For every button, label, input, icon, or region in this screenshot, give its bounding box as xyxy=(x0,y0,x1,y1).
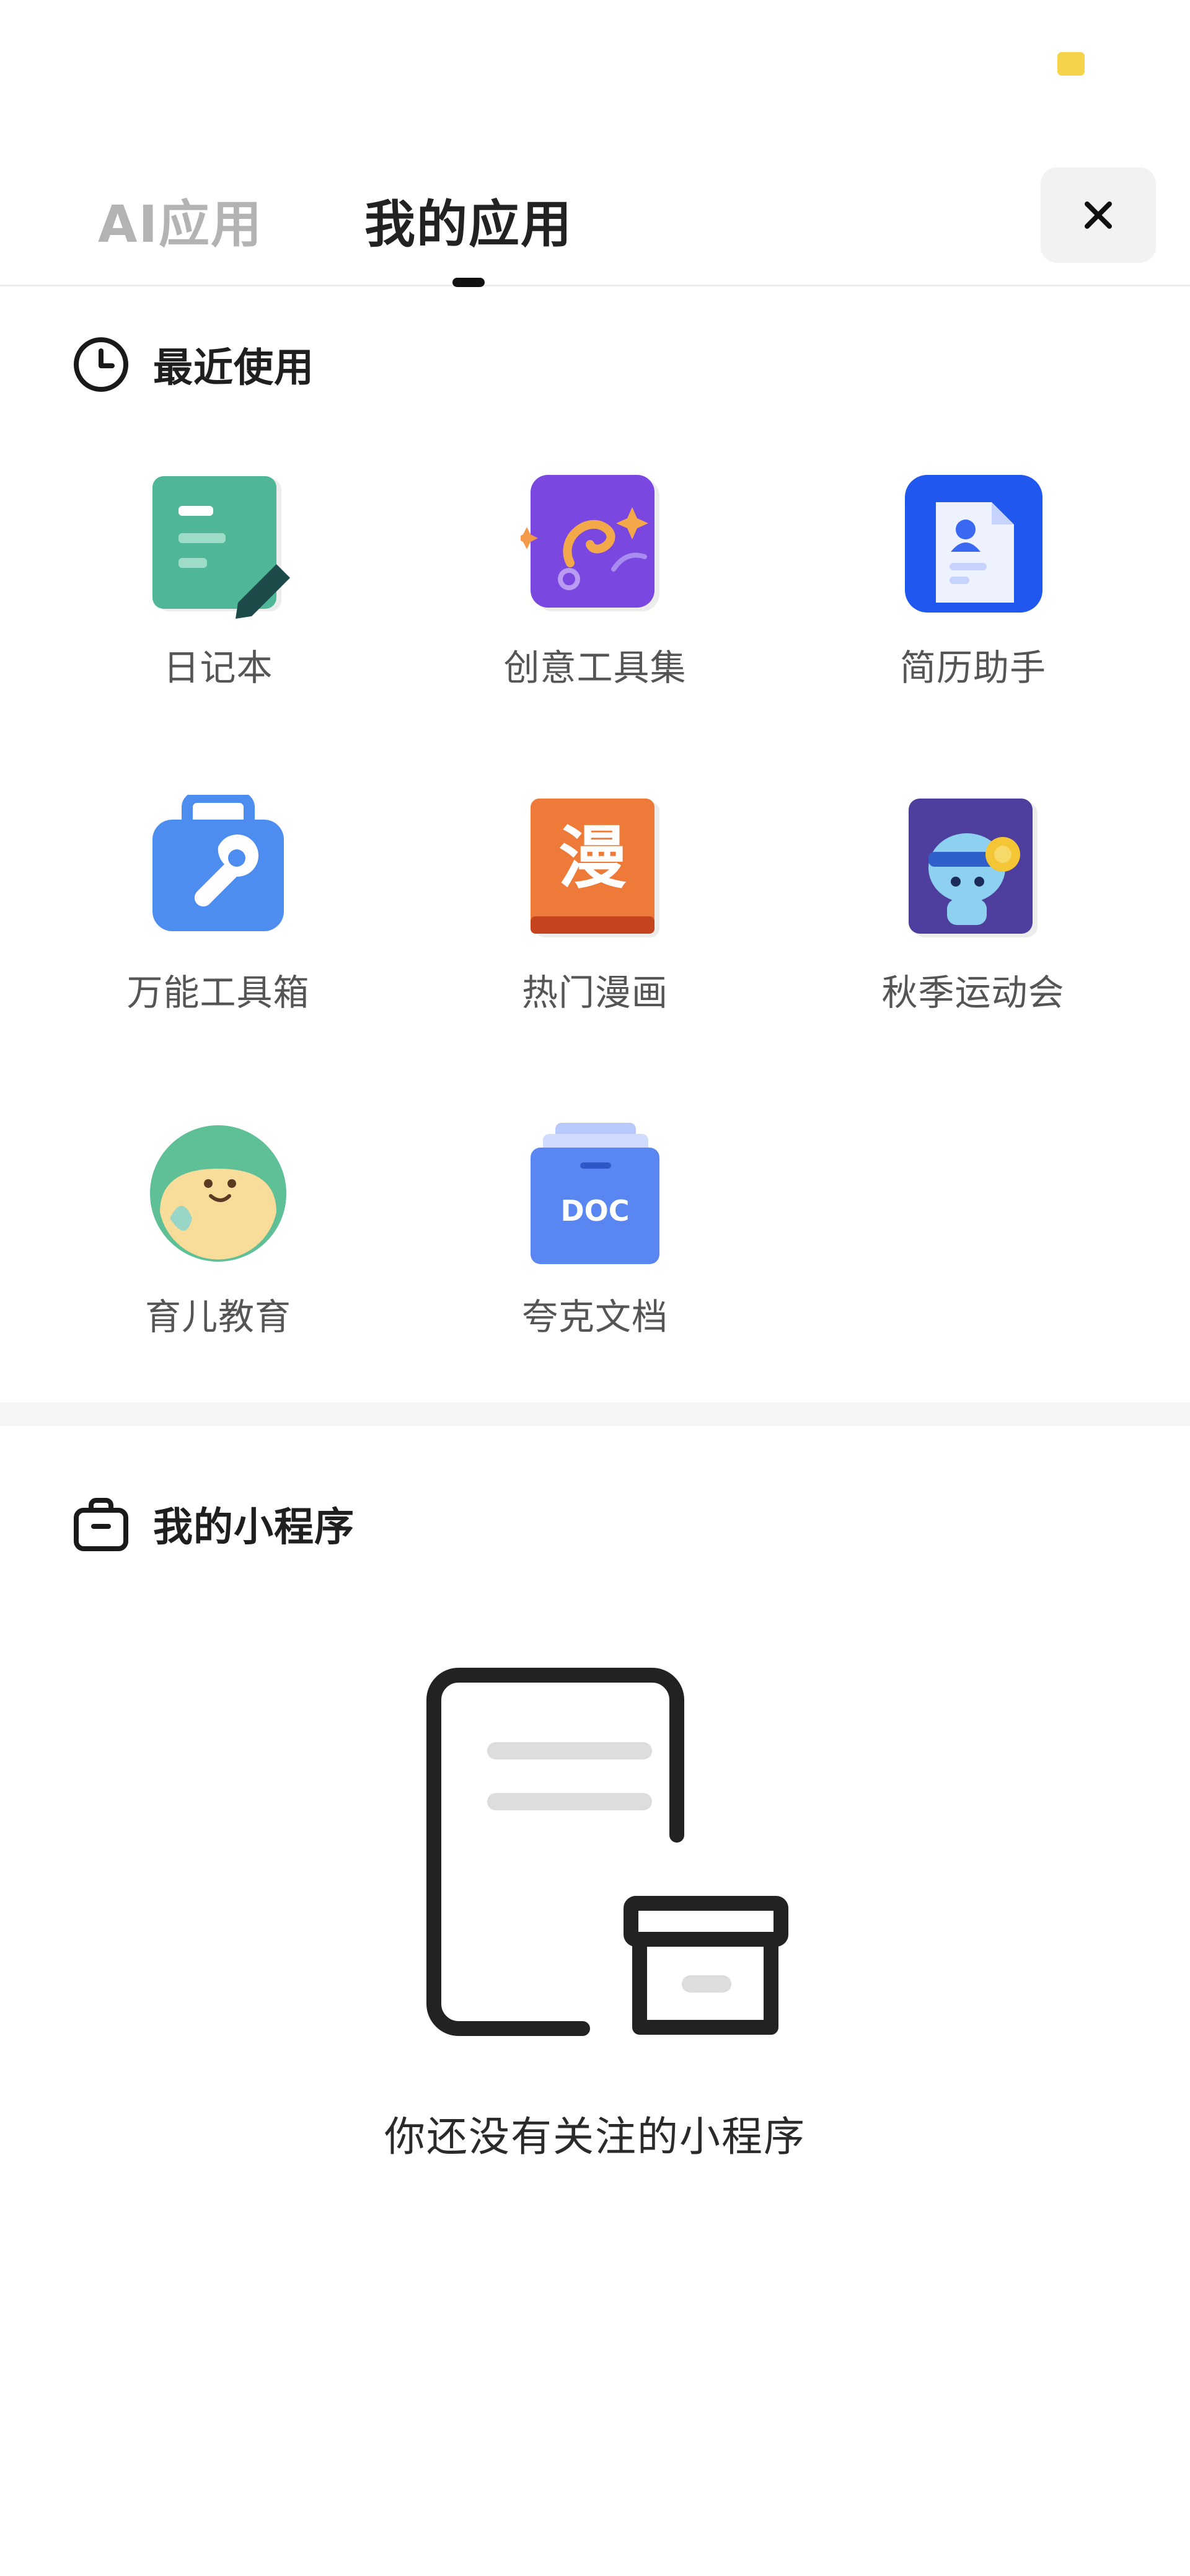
resume-icon xyxy=(899,470,1047,619)
close-icon xyxy=(1085,201,1112,229)
app-quark-docs[interactable]: DOC 夸克文档 xyxy=(409,1119,781,1379)
app-label: 创意工具集 xyxy=(503,647,687,689)
clock-icon xyxy=(71,335,131,394)
active-tab-indicator xyxy=(452,278,485,287)
mini-programs-section-header: 我的小程序 xyxy=(71,1494,355,1554)
parenting-icon xyxy=(144,1119,293,1268)
close-button[interactable] xyxy=(1041,167,1156,263)
sports-meet-icon xyxy=(899,795,1047,944)
toolbox-icon xyxy=(144,792,293,944)
app-hot-comics[interactable]: 漫 热门漫画 xyxy=(409,795,781,1055)
app-label: 热门漫画 xyxy=(521,972,668,1014)
section-divider xyxy=(0,1402,1190,1426)
tab-bar: AI应用 我的应用 xyxy=(0,155,1190,287)
bag-icon xyxy=(71,1494,131,1554)
app-label: 夸克文档 xyxy=(521,1296,668,1338)
tab-ai-apps[interactable]: AI应用 xyxy=(98,183,263,257)
empty-archive-illustration xyxy=(409,1668,793,2046)
mini-programs-title: 我的小程序 xyxy=(153,1505,355,1551)
svg-text:漫: 漫 xyxy=(558,818,627,898)
app-autumn-sports-meet[interactable]: 秋季运动会 xyxy=(787,795,1159,1055)
empty-state-message: 你还没有关注的小程序 xyxy=(384,2113,806,2161)
app-parenting-education[interactable]: 育儿教育 xyxy=(32,1119,404,1379)
quark-doc-icon: DOC xyxy=(521,1119,669,1268)
app-creative-tools[interactable]: 创意工具集 xyxy=(409,470,781,730)
recent-section-title: 最近使用 xyxy=(153,345,314,391)
app-diary[interactable]: 日记本 xyxy=(32,470,404,730)
creative-tools-icon xyxy=(516,470,669,619)
app-label: 日记本 xyxy=(163,647,273,689)
app-resume-helper[interactable]: 简历助手 xyxy=(787,470,1159,730)
app-toolbox[interactable]: 万能工具箱 xyxy=(32,792,404,1055)
app-label: 育儿教育 xyxy=(144,1296,291,1338)
comics-icon: 漫 xyxy=(521,795,669,944)
status-indicator-dot xyxy=(1057,52,1085,76)
diary-icon xyxy=(144,470,293,619)
app-label: 万能工具箱 xyxy=(126,972,310,1014)
recent-section-header: 最近使用 xyxy=(71,335,314,394)
tab-my-apps[interactable]: 我的应用 xyxy=(364,183,573,257)
app-label: 秋季运动会 xyxy=(881,972,1065,1014)
svg-text:DOC: DOC xyxy=(560,1194,629,1228)
app-label: 简历助手 xyxy=(899,647,1046,689)
